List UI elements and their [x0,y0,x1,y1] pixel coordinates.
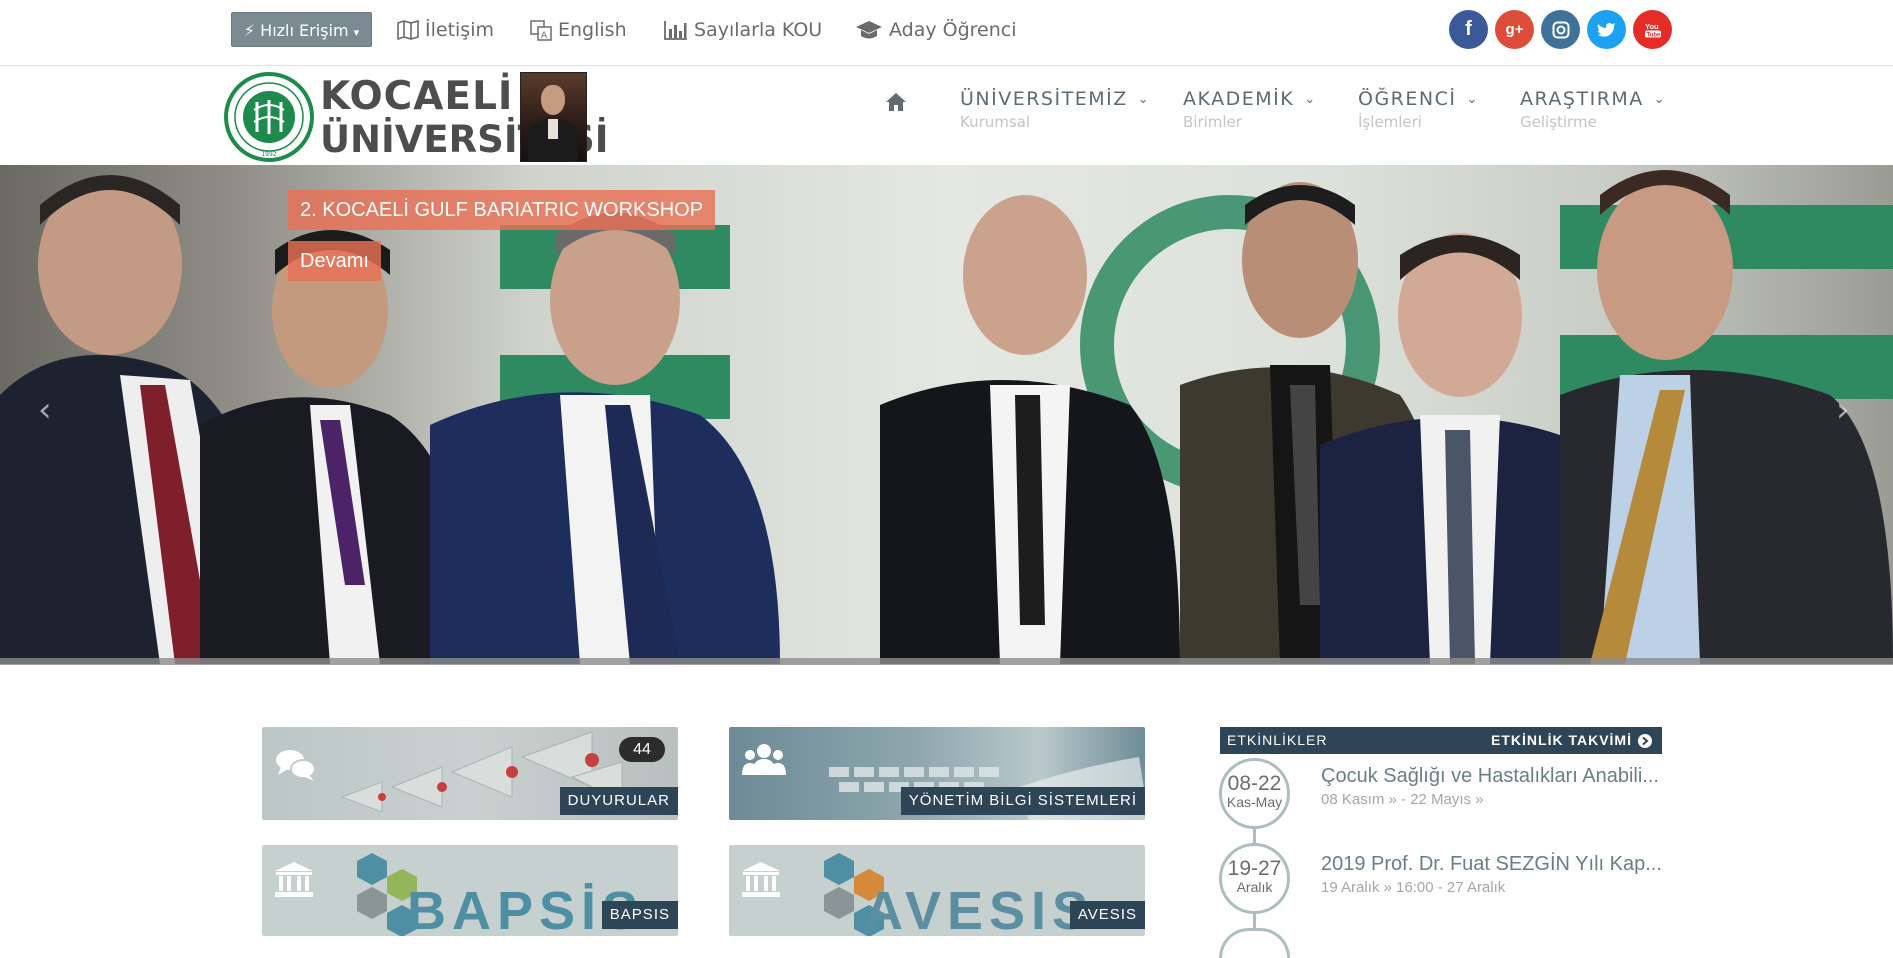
group-photo [0,170,1893,664]
event-date-circle: 19-27 Aralık [1219,843,1290,914]
nav-label: ÜNİVERSİTEMİZ [960,88,1128,110]
ybs-label: YÖNETİM BİLGİ SİSTEMLERİ [900,787,1145,815]
nav-sub-label: Kurumsal [960,113,1031,131]
duyurular-label: DUYURULAR [559,787,678,815]
map-icon [397,20,419,40]
english-label: English [558,19,627,41]
avesis-label: AVESIS [1069,901,1145,929]
avesis-tile[interactable]: AVESIS AVESIS [729,845,1145,936]
home-icon[interactable] [885,92,907,112]
youtube-icon[interactable]: You Tube [1633,10,1672,49]
quick-access-button[interactable]: ⚡ Hızlı Erişim ▾ [231,12,372,47]
announcement-count-badge: 44 [619,737,665,762]
event-date-circle [1219,928,1290,958]
nav-arastirma[interactable]: ARAŞTIRMA ⌄ Geliştirme [1520,88,1666,131]
graduation-cap-icon [856,21,882,39]
ataturk-portrait [520,72,587,162]
nav-ogrenci[interactable]: ÖĞRENCİ ⌄ İşlemleri [1358,88,1479,131]
events-title: ETKİNLİKLER [1227,732,1328,748]
candidate-label: Aday Öğrenci [889,19,1017,41]
slider-next-arrow[interactable]: › [1836,390,1850,430]
lightning-icon: ⚡ [243,21,256,40]
stats-label: Sayılarla KOU [694,19,823,41]
instagram-icon[interactable] [1541,10,1580,49]
chevron-down-icon: ⌄ [1137,91,1151,107]
event-date-circle: 08-22 Kas-May [1219,758,1290,829]
events-calendar-link[interactable]: ETKİNLİK TAKVİMİ [1491,727,1652,754]
stats-link[interactable]: Sayılarla KOU [664,17,822,43]
language-icon: A [530,20,552,41]
slider-prev-arrow[interactable]: ‹ [38,390,52,430]
svg-text:A: A [541,31,548,41]
nav-akademik[interactable]: AKADEMİK ⌄ Birimler [1183,88,1317,131]
event-date-text: 19 Aralık » 16:00 - 27 Aralık [1321,879,1506,896]
candidate-link[interactable]: Aday Öğrenci [855,17,1017,43]
chevron-down-icon: ⌄ [1304,91,1317,107]
svg-text:Tube: Tube [1646,32,1661,38]
event-month: Kas-May [1226,794,1283,810]
comments-icon [276,750,316,781]
slide-more-button[interactable]: Devamı [288,241,381,281]
google-plus-icon[interactable]: g+ [1495,10,1534,49]
twitter-icon[interactable] [1587,10,1626,49]
nav-sub-label: İşlemleri [1358,113,1422,131]
top-bar: ⚡ Hızlı Erişim ▾ İletişim A English Sayı… [0,0,1893,66]
svg-text:You: You [1645,22,1659,31]
duyurular-tile[interactable]: 44 DUYURULAR [262,727,678,820]
nav-label: AKADEMİK [1183,88,1295,110]
institution-icon [742,862,780,897]
institution-icon [275,862,313,897]
logo-text-line1[interactable]: KOCAELİ [320,74,513,119]
event-date-range: 19-27 [1227,857,1282,880]
university-seal-logo[interactable]: 1992 [224,72,314,162]
events-header: ETKİNLİKLER ETKİNLİK TAKVİMİ [1220,727,1662,754]
nav-sub-label: Geliştirme [1520,113,1597,131]
contact-label: İletişim [425,19,494,41]
event-title[interactable]: Çocuk Sağlığı ve Hastalıkları Anabili... [1321,765,1659,788]
chevron-down-icon: ⌄ [1466,91,1479,107]
english-link[interactable]: A English [530,17,627,43]
quick-access-label: Hızlı Erişim [260,21,349,40]
bapsis-tile[interactable]: BAPSİS BAPSIS [262,845,678,936]
chevron-down-icon: ⌄ [1653,91,1667,107]
nav-universitemiz[interactable]: ÜNİVERSİTEMİZ ⌄ Kurumsal [960,88,1150,131]
nav-label: ÖĞRENCİ [1358,88,1457,110]
hero-slider[interactable]: ‹ › [0,165,1893,664]
event-date-text: 08 Kasım » - 22 Mayıs » [1321,791,1484,808]
event-month: Aralık [1236,879,1273,895]
bapsis-label: BAPSIS [601,901,678,929]
chevron-down-icon: ▾ [353,26,360,39]
ybs-tile[interactable]: YÖNETİM BİLGİ SİSTEMLERİ [729,727,1145,820]
nav-label: ARAŞTIRMA [1520,88,1644,110]
slide-caption-title[interactable]: 2. KOCAELİ GULF BARIATRIC WORKSHOP [288,190,716,230]
users-icon [742,744,786,775]
slider-progress-bar [0,658,1893,665]
chevron-circle-right-icon [1638,733,1652,748]
event-date-range: 08-22 [1227,772,1282,795]
bar-chart-icon [664,21,687,40]
events-calendar-label: ETKİNLİK TAKVİMİ [1491,732,1632,748]
facebook-icon[interactable]: f [1449,10,1488,49]
event-title[interactable]: 2019 Prof. Dr. Fuat SEZGİN Yılı Kap... [1321,853,1662,876]
nav-sub-label: Birimler [1183,113,1242,131]
contact-link[interactable]: İletişim [397,17,494,43]
avesis-wordmark: AVESIS [864,881,1095,936]
svg-text:1992: 1992 [261,151,276,158]
